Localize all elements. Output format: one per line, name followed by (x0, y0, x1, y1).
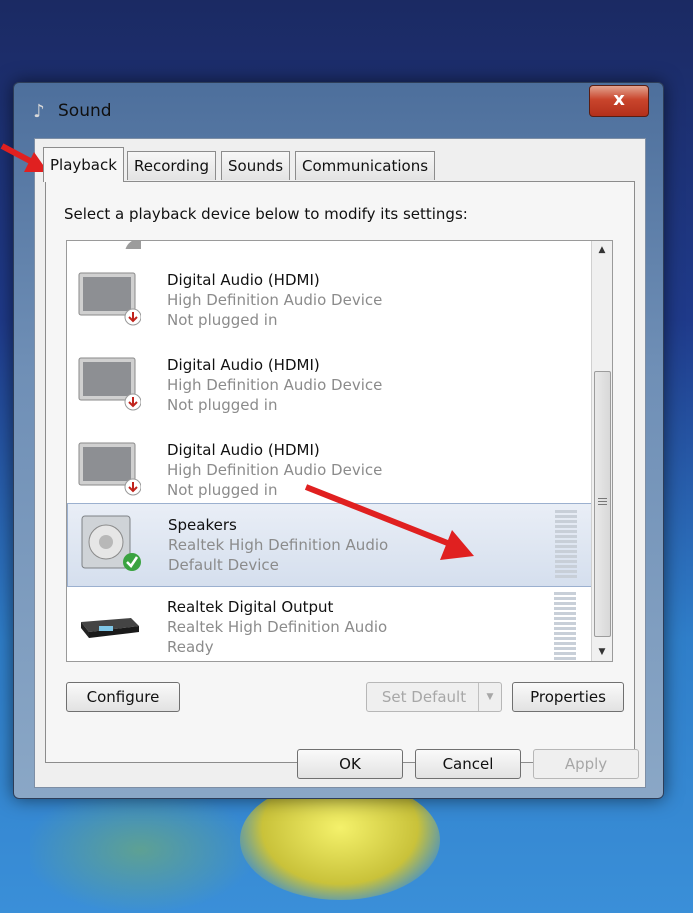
device-status: Not plugged in (167, 311, 278, 329)
grip-icon (598, 498, 607, 507)
ok-button[interactable]: OK (297, 749, 403, 779)
monitor-icon (78, 357, 141, 411)
receiver-icon (81, 618, 139, 638)
tab-communications[interactable]: Communications (295, 151, 436, 180)
instruction-text: Select a playback device below to modify… (64, 205, 468, 223)
vertical-scrollbar[interactable]: ▲ ▼ (591, 241, 612, 661)
playback-panel: Select a playback device below to modify… (45, 181, 635, 763)
speaker-icon (81, 515, 141, 571)
dropdown-arrow-icon: ▼ (478, 683, 501, 711)
volume-meter (554, 592, 576, 660)
device-name: Digital Audio (HDMI) (167, 356, 320, 374)
device-status: Not plugged in (167, 396, 278, 414)
scroll-down-arrow-icon[interactable]: ▼ (592, 643, 612, 661)
apply-button: Apply (533, 749, 639, 779)
list-item-device[interactable]: Digital Audio (HDMI) High Definition Aud… (67, 344, 592, 426)
set-default-label: Set Default (381, 688, 467, 706)
desktop-wallpaper-green (30, 790, 250, 910)
monitor-icon (78, 272, 141, 326)
properties-button[interactable]: Properties (512, 682, 624, 712)
device-description: High Definition Audio Device (167, 291, 383, 309)
list-item-device[interactable]: Realtek Digital Output Realtek High Defi… (67, 586, 592, 661)
device-list[interactable]: Digital Audio (HDMI) High Definition Aud… (66, 240, 613, 662)
device-name: Speakers (168, 516, 237, 534)
tab-recording[interactable]: Recording (127, 151, 217, 180)
close-button[interactable]: x (589, 85, 649, 117)
device-name: Digital Audio (HDMI) (167, 271, 320, 289)
configure-button[interactable]: Configure (66, 682, 180, 712)
scroll-up-arrow-icon[interactable]: ▲ (592, 241, 612, 259)
volume-meter (555, 510, 577, 578)
title-bar[interactable]: ♪ Sound x (14, 83, 663, 133)
tab-sounds[interactable]: Sounds (221, 151, 291, 180)
sound-dialog: ♪ Sound x Playback Recording Sounds Comm… (13, 82, 664, 799)
device-description: Realtek High Definition Audio (167, 618, 388, 636)
cancel-button[interactable]: Cancel (415, 749, 521, 779)
device-name: Realtek Digital Output (167, 598, 334, 616)
device-status: Default Device (168, 556, 279, 574)
device-status: Ready (167, 638, 214, 656)
device-description: High Definition Audio Device (167, 376, 383, 394)
tab-playback[interactable]: Playback (43, 147, 124, 182)
list-item-device[interactable]: Digital Audio (HDMI) High Definition Aud… (67, 429, 592, 511)
set-default-button: Set Default ▼ (366, 682, 502, 712)
device-name: Digital Audio (HDMI) (167, 441, 320, 459)
sound-app-icon: ♪ (33, 101, 45, 122)
scrollbar-thumb[interactable] (594, 371, 611, 637)
list-item-device-selected[interactable]: Speakers Realtek High Definition Audio D… (67, 503, 594, 587)
device-description: Realtek High Definition Audio (168, 536, 389, 554)
window-title: Sound (58, 101, 112, 121)
list-item-device[interactable]: Digital Audio (HDMI) High Definition Aud… (67, 259, 592, 341)
monitor-icon (78, 442, 141, 496)
dialog-client-area: Playback Recording Sounds Communications… (34, 138, 646, 788)
speaker-icon (125, 241, 141, 249)
device-status: Not plugged in (167, 481, 278, 499)
device-description: High Definition Audio Device (167, 461, 383, 479)
